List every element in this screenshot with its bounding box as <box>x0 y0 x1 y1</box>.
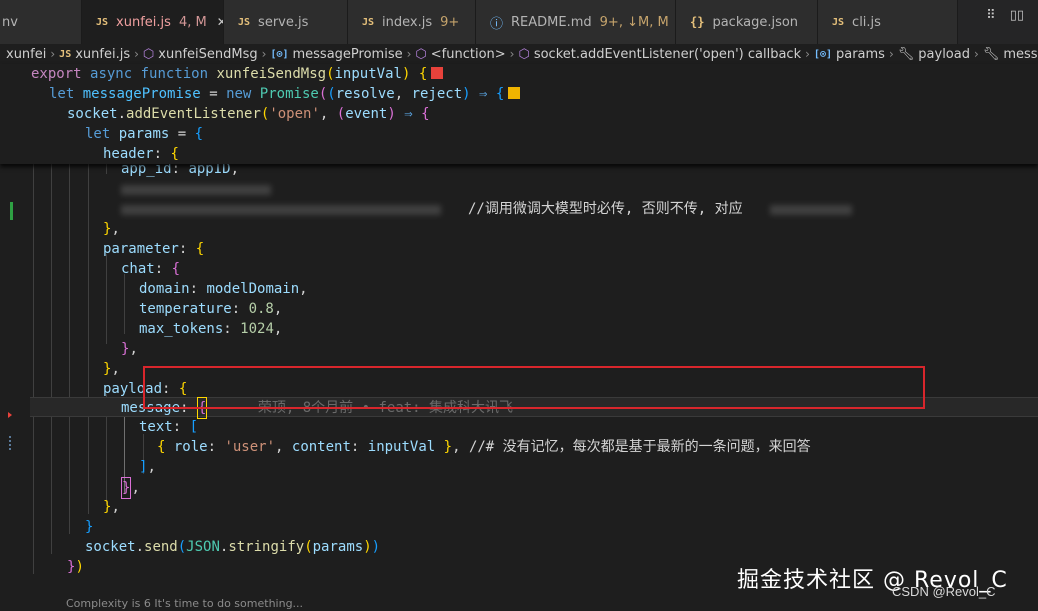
highlight-box <box>143 366 925 409</box>
code-line: chat: { <box>121 261 181 277</box>
tab-index-js[interactable]: JS index.js 9+ <box>348 0 476 44</box>
indent-guide <box>51 164 52 554</box>
tab-package-json[interactable]: {} package.json <box>676 0 818 44</box>
git-modified-marker <box>9 436 14 450</box>
code-line: ], <box>139 459 156 475</box>
code-line: header: { <box>103 146 179 162</box>
tab-label: package.json <box>712 14 799 30</box>
code-line: } <box>85 519 94 535</box>
tab-label: index.js <box>382 14 433 30</box>
variable-icon: [⊙] <box>270 48 289 60</box>
breadcrumb-item[interactable]: xunfei <box>6 47 46 62</box>
code-line: parameter: { <box>103 241 205 257</box>
tab-label: README.md <box>511 14 592 30</box>
function-icon: ⬡ <box>518 46 530 62</box>
code-line: }, <box>103 361 120 377</box>
breadcrumb-item[interactable]: xunfeiSendMsg <box>158 47 257 62</box>
tab-cli-js[interactable]: JS cli.js <box>818 0 958 44</box>
code-line: let params = { <box>85 126 204 142</box>
tab-serve-js[interactable]: JS serve.js <box>224 0 348 44</box>
indent-guide <box>33 164 34 574</box>
color-square <box>431 67 444 79</box>
git-added-marker <box>10 202 13 220</box>
split-editor-icon[interactable]: ▯▯ <box>1010 8 1024 23</box>
code-line: }) <box>67 559 84 575</box>
color-square <box>508 87 521 99</box>
tab-label: cli.js <box>852 14 881 30</box>
tab-label: xunfei.js <box>116 14 171 30</box>
json-file-icon: {} <box>690 15 705 29</box>
info-icon: ⓘ <box>490 16 504 32</box>
code-line: }, <box>103 221 120 237</box>
indent-guide <box>88 164 89 514</box>
indent-guide <box>124 274 125 334</box>
code-line: }, <box>121 477 140 499</box>
tab-xunfei-js[interactable]: JS xunfei.js 4, M ✕ <box>82 0 224 44</box>
indent-guide <box>106 254 107 344</box>
chevron-right-icon: › <box>509 47 515 61</box>
chevron-right-icon: › <box>805 47 810 61</box>
function-icon: ⬡ <box>142 46 155 62</box>
code-line: }, <box>103 499 120 515</box>
code-line: socket.send(JSON.stringify(params)) <box>85 539 381 555</box>
more-dots-icon[interactable]: ⠿ <box>986 8 996 23</box>
chevron-right-icon: › <box>134 47 139 61</box>
wrench-icon: 🔧︎ <box>897 46 915 62</box>
breadcrumb-item[interactable]: payload <box>918 47 970 62</box>
close-icon[interactable]: ✕ <box>217 15 223 29</box>
js-file-icon: JS <box>832 16 845 28</box>
tab-label: serve.js <box>258 14 309 30</box>
wrench-icon: 🔧︎ <box>982 46 1000 62</box>
code-line: }, <box>121 341 138 357</box>
code-line: { role: 'user', content: inputVal }, //#… <box>157 439 811 455</box>
code-line: socket.addEventListener('open', (event) … <box>67 106 430 122</box>
code-line: temperature: 0.8, <box>139 301 283 317</box>
js-file-icon: JS <box>362 16 375 28</box>
complexity-hint: Complexity is 6 It's time to do somethin… <box>66 597 304 610</box>
code-line: max_tokens: 1024, <box>139 321 283 337</box>
indent-guide <box>69 164 70 534</box>
code-comment: //调用微调大模型时必传, 否则不传, 对应 <box>468 201 743 217</box>
watermark-csdn: CSDN @Revol_C <box>892 584 996 599</box>
breadcrumb-item[interactable]: xunfei.js <box>75 47 130 62</box>
fold-marker <box>8 412 12 418</box>
indent-guide <box>106 164 107 174</box>
breadcrumb-item[interactable]: socket.addEventListener('open') callback <box>534 47 801 62</box>
breadcrumb: xunfei › JS xunfei.js › ⬡ xunfeiSendMsg … <box>0 44 1038 64</box>
breadcrumb-item[interactable]: message <box>1003 47 1038 62</box>
tab-readme-md[interactable]: ⓘ README.md 9+, ↓M, M <box>476 0 676 44</box>
tab-label: nv <box>2 14 18 30</box>
tab-nv[interactable]: nv <box>0 0 82 44</box>
code-editor[interactable]: export async function xunfeiSendMsg(inpu… <box>0 64 1038 594</box>
chevron-right-icon: › <box>50 47 56 61</box>
js-file-icon: JS <box>238 16 251 28</box>
code-line: export async function xunfeiSendMsg(inpu… <box>31 64 444 84</box>
chevron-right-icon: › <box>888 47 894 61</box>
breadcrumb-item[interactable]: params <box>836 47 885 62</box>
variable-icon: [⊙] <box>813 48 832 60</box>
blurred-code <box>121 205 441 215</box>
breadcrumb-item[interactable]: messagePromise <box>293 47 403 62</box>
code-line: let messagePromise = new Promise((resolv… <box>49 84 521 104</box>
chevron-right-icon: › <box>261 47 267 61</box>
chevron-right-icon: › <box>406 47 412 61</box>
code-line: domain: modelDomain, <box>139 281 308 297</box>
blurred-code <box>121 185 271 195</box>
js-file-icon: JS <box>96 16 109 28</box>
tab-status: 9+ <box>440 14 460 30</box>
chevron-right-icon: › <box>973 47 979 61</box>
tab-status: 4, M <box>178 14 207 30</box>
js-file-icon: JS <box>59 48 72 60</box>
sticky-scroll: export async function xunfeiSendMsg(inpu… <box>0 64 1038 164</box>
code-line: text: [ <box>139 419 199 435</box>
editor-actions: ⠿ ▯▯ <box>986 8 1024 23</box>
tab-status: 9+, ↓M, M <box>599 14 669 30</box>
function-icon: ⬡ <box>415 46 427 62</box>
tab-bar: nv JS xunfei.js 4, M ✕ JS serve.js JS in… <box>0 0 1038 44</box>
blurred-code <box>770 205 852 215</box>
breadcrumb-item[interactable]: <function> <box>431 47 506 62</box>
